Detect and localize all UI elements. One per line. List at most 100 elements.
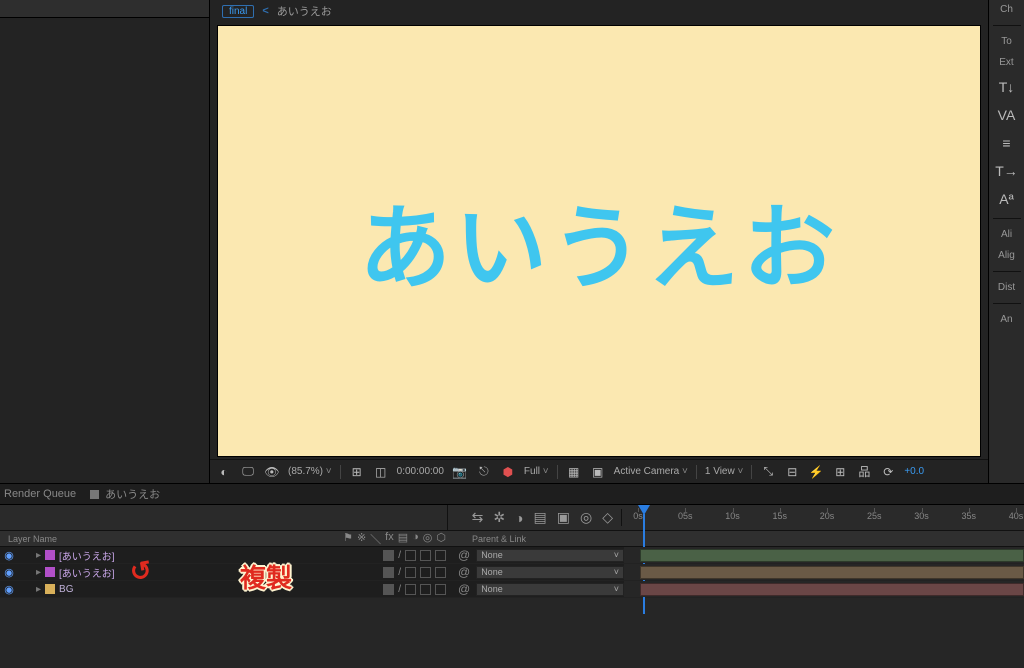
switch-box[interactable]	[420, 567, 431, 578]
tab-composition[interactable]: あいうえお	[90, 486, 160, 502]
show-snapshot-icon[interactable]: ⎋	[476, 464, 492, 480]
viewer[interactable]: あいうえお	[210, 22, 988, 459]
panel-tab-to[interactable]: To	[1001, 36, 1012, 47]
camera-dropdown[interactable]: Active Camera	[614, 466, 688, 477]
layer-row[interactable]: ◉ ▸ [あいうえお] / @ None˅	[0, 564, 1024, 581]
switch-box[interactable]	[405, 584, 416, 595]
switch-box[interactable]	[435, 584, 446, 595]
switch-box[interactable]	[435, 567, 446, 578]
breadcrumb-root[interactable]: final	[222, 5, 254, 18]
visibility-eye-icon[interactable]: ◉	[2, 583, 16, 596]
composition-canvas[interactable]: あいうえお	[218, 26, 980, 456]
layer-duration-bar[interactable]	[640, 566, 1024, 579]
visibility-eye-icon[interactable]: ◉	[2, 549, 16, 562]
project-panel-tab[interactable]	[0, 0, 209, 18]
project-panel[interactable]	[0, 0, 210, 483]
canvas-text-layer[interactable]: あいうえお	[359, 174, 839, 307]
frame-blend-icon[interactable]: ✲	[493, 509, 505, 526]
pickwhip-icon[interactable]: @	[458, 582, 470, 596]
switch-3d-icon[interactable]: ⬡	[436, 531, 446, 547]
kerning-icon[interactable]: VA	[997, 106, 1017, 124]
timeline-empty-area[interactable]	[0, 598, 1024, 668]
parent-dropdown[interactable]: None˅	[476, 583, 624, 596]
switch-frame-blend-icon[interactable]: ▤	[398, 531, 408, 547]
switch-slash-icon[interactable]: /	[398, 550, 401, 561]
draft-3d-icon[interactable]: ▣	[557, 509, 570, 526]
layer-duration-bar[interactable]	[640, 549, 1024, 562]
current-timecode[interactable]: 0:00:00:00	[397, 466, 444, 477]
motion-blur-icon[interactable]: ◑	[515, 510, 523, 526]
baseline-icon[interactable]: Aª	[997, 190, 1017, 208]
switch-shy-icon[interactable]: ⚑	[343, 531, 353, 547]
timeline-icon[interactable]: ⊞	[832, 464, 848, 480]
vertical-text-icon[interactable]: T↓	[997, 78, 1017, 96]
resolution-dropdown[interactable]: Full	[524, 466, 549, 477]
transparency-grid-icon[interactable]: ▦	[566, 464, 582, 480]
snapshot-icon[interactable]: 📷	[452, 464, 468, 480]
switch-box[interactable]	[435, 550, 446, 561]
panel-tab-ext[interactable]: Ext	[999, 57, 1013, 68]
channel-icon[interactable]: ⬢	[500, 464, 516, 480]
tag-icon[interactable]: ◎	[580, 509, 592, 526]
visibility-eye-icon[interactable]: ◉	[2, 566, 16, 579]
3d-view-icon[interactable]: ▣	[590, 464, 606, 480]
layer-row[interactable]: ◉ ▸ [あいうえお] / @ None˅	[0, 547, 1024, 564]
layer-name-label[interactable]: [あいうえお]	[59, 565, 115, 580]
chevron-left-icon[interactable]: <	[262, 5, 268, 17]
time-ruler[interactable]: 0s05s10s15s20s25s30s35s40s	[622, 505, 1024, 530]
twirl-icon[interactable]: ▸	[36, 567, 41, 578]
switch-slash-icon[interactable]: /	[398, 584, 401, 595]
timeline-search-area[interactable]	[0, 505, 448, 530]
switch-box[interactable]	[383, 567, 394, 578]
parent-dropdown[interactable]: None˅	[476, 549, 624, 562]
panel-tab-dist[interactable]: Dist	[998, 282, 1015, 293]
layer-name-label[interactable]: [あいうえお]	[59, 548, 115, 563]
switch-box[interactable]	[420, 584, 431, 595]
display-icon[interactable]: 🖵	[240, 464, 256, 480]
graph-editor-icon[interactable]: ▤	[534, 509, 547, 526]
panel-tab-character[interactable]: Ch	[1000, 4, 1013, 15]
alpha-icon[interactable]: ◐	[216, 464, 232, 480]
layer-duration-bar[interactable]	[640, 583, 1024, 596]
tab-render-queue[interactable]: Render Queue	[4, 488, 76, 500]
switch-box[interactable]	[405, 550, 416, 561]
mask-icon[interactable]: 👁	[264, 464, 280, 480]
horizontal-text-icon[interactable]: T→	[997, 162, 1017, 180]
switch-av-icon[interactable]: ※	[357, 531, 366, 547]
switch-solo-icon[interactable]: ＼	[370, 531, 381, 547]
panel-tab-align2[interactable]: Alig	[998, 250, 1015, 261]
switch-adjustment-icon[interactable]: ◎	[423, 531, 433, 547]
flowchart-icon[interactable]: 品	[856, 464, 872, 480]
roi-icon[interactable]: ◫	[373, 464, 389, 480]
switch-box[interactable]	[383, 550, 394, 561]
pickwhip-icon[interactable]: @	[458, 548, 470, 562]
col-parent-link[interactable]: Parent & Link	[452, 534, 624, 544]
switch-slash-icon[interactable]: /	[398, 567, 401, 578]
pixel-aspect-icon[interactable]: ⊟	[784, 464, 800, 480]
breadcrumb-current[interactable]: あいうえお	[277, 3, 332, 19]
exposure-value[interactable]: +0.0	[904, 466, 924, 477]
twirl-icon[interactable]: ▸	[36, 550, 41, 561]
switch-motion-blur-icon[interactable]: ◑	[412, 531, 419, 547]
pickwhip-icon[interactable]: @	[458, 565, 470, 579]
views-dropdown[interactable]: 1 View	[705, 466, 743, 477]
col-layer-name[interactable]: Layer Name	[0, 534, 204, 544]
switch-fx-icon[interactable]: fx	[385, 531, 394, 547]
twirl-icon[interactable]: ▸	[36, 584, 41, 595]
switch-box[interactable]	[420, 550, 431, 561]
shy-icon[interactable]: ⇆	[472, 509, 484, 526]
markers-icon[interactable]: ◇	[602, 509, 613, 526]
zoom-dropdown[interactable]: (85.7%)	[288, 466, 332, 477]
ruler-tick-label: 40s	[1009, 511, 1024, 521]
share-view-icon[interactable]: ⤡	[760, 464, 776, 480]
fast-preview-icon[interactable]: ⚡	[808, 464, 824, 480]
panel-tab-an[interactable]: An	[1000, 314, 1012, 325]
layer-name-label[interactable]: BG	[59, 584, 73, 595]
stroke-icon[interactable]: ≡	[997, 134, 1017, 152]
panel-tab-align[interactable]: Ali	[1001, 229, 1012, 240]
resolution-icon[interactable]: ⊞	[349, 464, 365, 480]
parent-dropdown[interactable]: None˅	[476, 566, 624, 579]
reset-exposure-icon[interactable]: ⟳	[880, 464, 896, 480]
switch-box[interactable]	[383, 584, 394, 595]
switch-box[interactable]	[405, 567, 416, 578]
